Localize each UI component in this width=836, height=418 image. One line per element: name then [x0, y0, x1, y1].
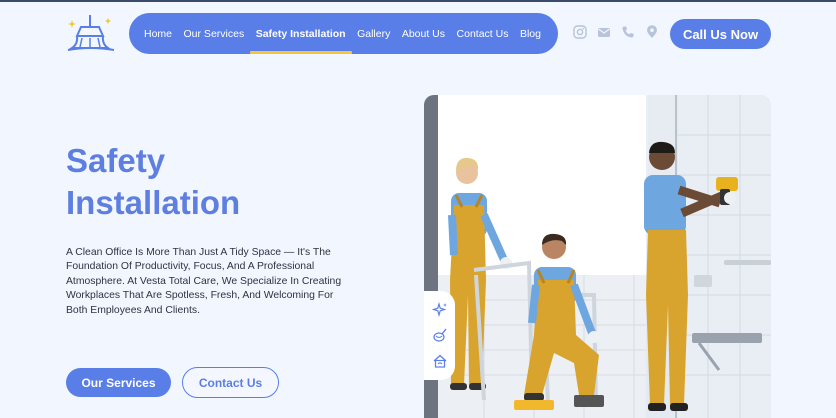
- mail-icon[interactable]: [597, 25, 611, 39]
- page-title: Safety Installation: [66, 140, 366, 224]
- nav-blog[interactable]: Blog: [520, 13, 541, 54]
- cleaning-spray-icon[interactable]: [432, 327, 448, 343]
- title-line-2: Installation: [66, 184, 241, 221]
- our-services-button[interactable]: Our Services: [66, 368, 171, 397]
- social-links: [573, 25, 659, 39]
- phone-icon[interactable]: [621, 25, 635, 39]
- call-us-now-button[interactable]: Call Us Now: [670, 19, 771, 49]
- nav-safety-installation[interactable]: Safety Installation: [249, 13, 352, 54]
- hero-description: A Clean Office Is More Than Just A Tidy …: [66, 247, 342, 316]
- nav-contact-us[interactable]: Contact Us: [457, 13, 509, 54]
- nav-gallery[interactable]: Gallery: [357, 13, 390, 54]
- house-cleaning-icon[interactable]: [432, 353, 448, 369]
- location-pin-icon[interactable]: [645, 25, 659, 39]
- nav-our-services[interactable]: Our Services: [184, 13, 245, 54]
- instagram-icon[interactable]: [573, 25, 587, 39]
- nav-home[interactable]: Home: [144, 13, 172, 54]
- nav-about-us[interactable]: About Us: [402, 13, 445, 54]
- top-border: [0, 0, 836, 2]
- main-nav: Home Our Services Safety Installation Ga…: [129, 13, 558, 54]
- hero-photo: [424, 95, 771, 418]
- title-line-1: Safety: [66, 142, 166, 179]
- service-icon-strip: [424, 291, 455, 380]
- logo[interactable]: [64, 14, 116, 52]
- contact-us-button[interactable]: Contact Us: [182, 367, 279, 398]
- sparkle-icon[interactable]: [430, 301, 448, 318]
